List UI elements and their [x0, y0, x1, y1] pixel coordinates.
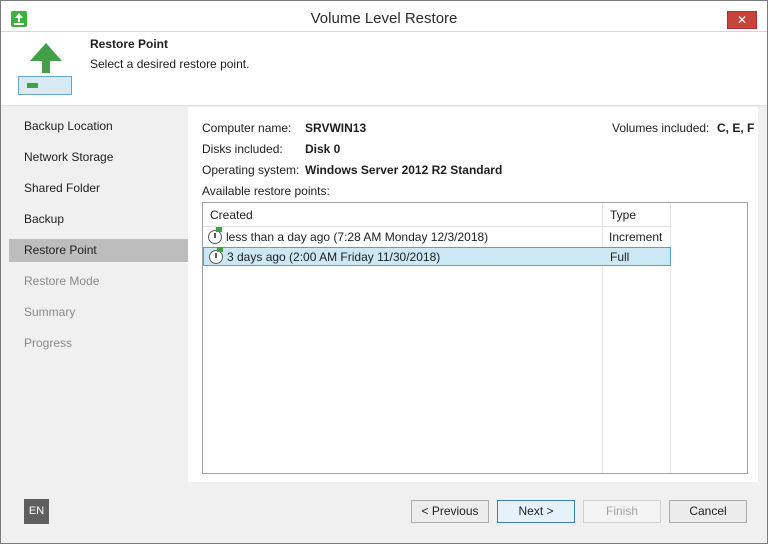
sidebar-item-network-storage[interactable]: Network Storage — [9, 146, 188, 169]
restore-point-row[interactable]: less than a day ago (7:28 AM Monday 12/3… — [203, 227, 671, 247]
restore-points-list[interactable]: Created Type less than a day ago (7:28 A… — [202, 202, 748, 474]
volumes-included-value: C, E, F — [717, 121, 755, 135]
title-bar: Volume Level Restore ✕ — [1, 1, 767, 32]
sidebar-item-summary: Summary — [24, 305, 76, 319]
wizard-footer: EN < Previous Next > Finish Cancel — [1, 482, 767, 543]
sidebar-item-backup-location[interactable]: Backup Location — [9, 115, 188, 138]
column-header-created[interactable]: Created — [203, 203, 603, 227]
finish-button: Finish — [583, 500, 661, 523]
operating-system-value: Windows Server 2012 R2 Standard — [305, 163, 503, 177]
wizard-header: Restore Point Select a desired restore p… — [1, 32, 767, 106]
previous-button[interactable]: < Previous — [411, 500, 489, 523]
restore-points-list-label: Available restore points: — [202, 184, 330, 198]
column-header-type[interactable]: Type — [603, 203, 671, 227]
sidebar-item-backup[interactable]: Backup — [9, 208, 188, 231]
close-button[interactable]: ✕ — [727, 11, 757, 29]
restore-point-created: 3 days ago (2:00 AM Friday 11/30/2018) — [227, 250, 441, 264]
step-description: Select a desired restore point. — [90, 57, 250, 71]
wizard-steps-sidebar: Backup Location Network Storage Shared F… — [9, 107, 188, 482]
computer-name-label: Computer name: — [202, 121, 292, 135]
volumes-included-label: Volumes included: — [612, 121, 710, 135]
restore-upload-icon — [18, 43, 74, 99]
cancel-button[interactable]: Cancel — [669, 500, 747, 523]
sidebar-item-progress: Progress — [24, 336, 73, 350]
disks-included-value: Disk 0 — [305, 142, 341, 156]
restore-point-panel: Computer name: SRVWIN13 Disks included: … — [188, 107, 758, 482]
language-indicator[interactable]: EN — [24, 499, 49, 524]
restore-point-clock-icon — [209, 247, 223, 264]
restore-point-type: Increment — [609, 230, 663, 244]
step-title: Restore Point — [90, 37, 169, 51]
disks-included-label: Disks included: — [202, 142, 283, 156]
restore-point-clock-icon — [208, 227, 222, 244]
operating-system-label: Operating system: — [202, 163, 300, 177]
restore-point-created: less than a day ago (7:28 AM Monday 12/3… — [226, 230, 489, 244]
wizard-window: Volume Level Restore ✕ Restore Point Sel… — [0, 0, 768, 544]
sidebar-item-restore-mode: Restore Mode — [24, 274, 100, 288]
restore-point-type: Full — [610, 250, 630, 264]
restore-point-row-selected[interactable]: 3 days ago (2:00 AM Friday 11/30/2018) F… — [203, 247, 671, 266]
window-title: Volume Level Restore — [310, 10, 458, 27]
sidebar-item-restore-point[interactable]: Restore Point — [9, 239, 188, 262]
sidebar-item-shared-folder[interactable]: Shared Folder — [9, 177, 188, 200]
next-button[interactable]: Next > — [497, 500, 575, 523]
computer-name-value: SRVWIN13 — [305, 121, 367, 135]
